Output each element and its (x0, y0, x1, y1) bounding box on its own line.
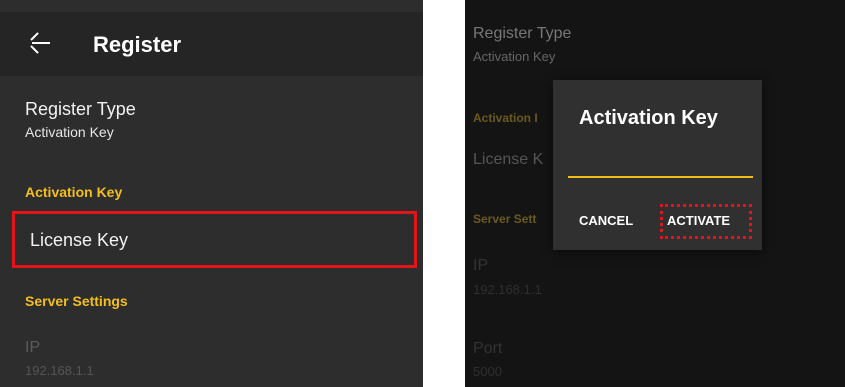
activation-key-dialog: Activation Key CANCEL ACTIVATE (553, 80, 762, 250)
app-bar: Register (0, 12, 423, 76)
activation-section-header-dimmed: Activation I (473, 111, 538, 125)
activate-button[interactable]: ACTIVATE (667, 213, 730, 228)
license-key-item[interactable]: License Key (12, 211, 417, 268)
ip-label[interactable]: IP (25, 339, 40, 357)
register-type-title[interactable]: Register Type (25, 99, 136, 120)
page-title: Register (93, 32, 182, 57)
dialog-title: Activation Key (579, 107, 718, 129)
ip-value: 192.168.1.1 (25, 363, 94, 378)
register-type-title-dimmed: Register Type (473, 25, 572, 42)
license-key-label-dimmed: License K (473, 151, 544, 168)
license-key-label: License Key (30, 230, 129, 250)
register-type-value: Activation Key (25, 124, 114, 140)
ip-value-dimmed: 192.168.1.1 (473, 282, 542, 297)
cancel-button[interactable]: CANCEL (579, 213, 633, 228)
register-screen: Register Register Type Activation Key Ac… (0, 0, 423, 387)
ip-label-dimmed: IP (473, 257, 489, 274)
server-settings-section-header: Server Settings (25, 293, 128, 309)
arrow-left-icon[interactable] (32, 42, 50, 44)
activation-key-section-header: Activation Key (25, 184, 123, 200)
activation-key-input[interactable] (568, 150, 753, 178)
activation-dialog-screen: Register Type Activation Key Activation … (465, 0, 845, 387)
server-settings-header-dimmed: Server Sett (473, 212, 537, 226)
port-value-dimmed: 5000 (473, 364, 502, 379)
port-label-dimmed: Port (473, 340, 503, 357)
register-type-value-dimmed: Activation Key (473, 49, 556, 64)
